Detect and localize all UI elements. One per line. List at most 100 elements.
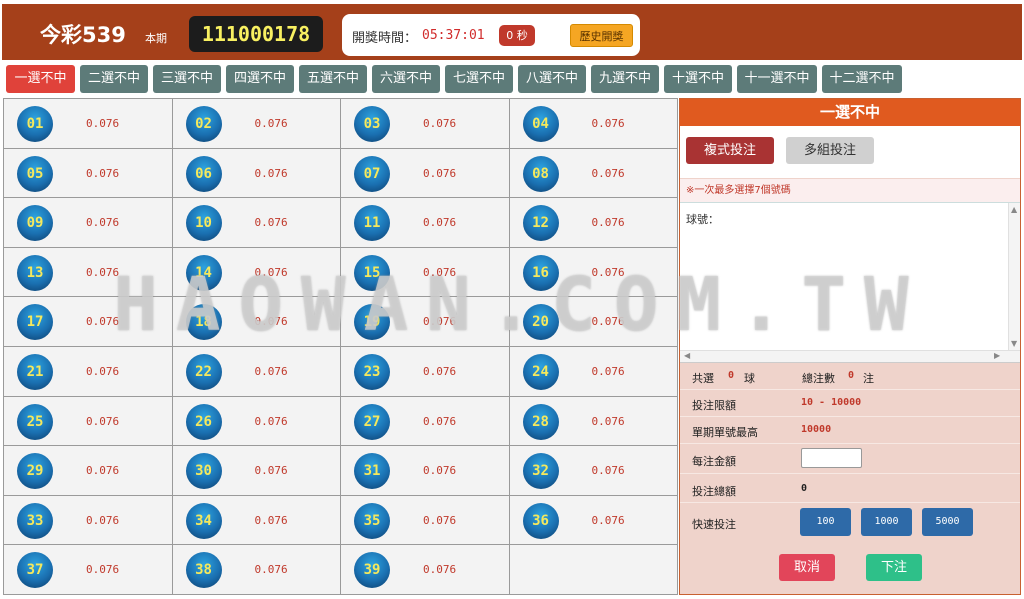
number-ball[interactable]: 08 xyxy=(522,155,559,192)
history-button[interactable]: 歷史開獎 xyxy=(570,24,633,47)
number-ball[interactable]: 32 xyxy=(522,453,559,490)
number-ball[interactable]: 37 xyxy=(17,552,53,589)
number-cell[interactable]: 26 0.076 xyxy=(172,396,341,447)
number-ball[interactable]: 23 xyxy=(354,354,390,390)
number-cell[interactable]: 18 0.076 xyxy=(172,297,341,347)
number-ball[interactable]: 13 xyxy=(17,254,53,291)
number-ball[interactable]: 12 xyxy=(522,205,559,242)
cancel-button[interactable]: 取消 xyxy=(779,554,835,581)
number-cell[interactable]: 14 0.076 xyxy=(172,247,341,298)
number-cell[interactable]: 07 0.076 xyxy=(341,148,510,199)
tab-6[interactable]: 六選不中 xyxy=(372,65,440,93)
quick-bet-1000-button[interactable]: 1000 xyxy=(861,508,912,536)
number-ball[interactable]: 22 xyxy=(185,354,222,390)
number-cell[interactable]: 33 0.076 xyxy=(4,495,173,546)
horizontal-scrollbar[interactable]: ◀ ▶ xyxy=(680,350,1020,362)
number-ball[interactable]: 29 xyxy=(17,453,53,490)
number-ball[interactable]: 36 xyxy=(522,502,559,539)
vertical-scrollbar[interactable]: ▲ ▼ xyxy=(1008,203,1020,350)
number-cell[interactable]: 03 0.076 xyxy=(341,99,510,149)
number-cell[interactable]: 25 0.076 xyxy=(4,396,173,447)
number-ball[interactable]: 24 xyxy=(522,354,559,390)
scroll-down-icon[interactable]: ▼ xyxy=(1011,339,1017,348)
number-ball[interactable]: 33 xyxy=(17,502,53,539)
number-cell[interactable]: 16 0.076 xyxy=(509,247,678,298)
number-cell[interactable]: 24 0.076 xyxy=(509,347,678,397)
number-ball[interactable]: 35 xyxy=(354,502,390,539)
number-cell[interactable]: 11 0.076 xyxy=(341,198,510,248)
tab-5[interactable]: 五選不中 xyxy=(299,65,367,93)
compound-bet-button[interactable]: 複式投注 xyxy=(686,137,774,164)
tab-2[interactable]: 二選不中 xyxy=(80,65,148,93)
tab-9[interactable]: 九選不中 xyxy=(591,65,659,93)
number-ball[interactable]: 09 xyxy=(17,205,53,242)
number-cell[interactable]: 27 0.076 xyxy=(341,396,510,447)
number-cell[interactable]: 35 0.076 xyxy=(341,495,510,546)
number-ball[interactable]: 11 xyxy=(354,205,390,242)
number-cell[interactable]: 15 0.076 xyxy=(341,247,510,298)
tab-7[interactable]: 七選不中 xyxy=(445,65,513,93)
scroll-right-icon[interactable]: ▶ xyxy=(994,351,1000,360)
number-ball[interactable]: 14 xyxy=(185,254,222,291)
number-cell[interactable]: 39 0.076 xyxy=(341,545,510,595)
number-cell[interactable]: 02 0.076 xyxy=(172,99,341,149)
number-ball[interactable]: 38 xyxy=(185,552,222,589)
number-ball[interactable]: 39 xyxy=(354,552,390,589)
number-ball[interactable]: 10 xyxy=(185,205,222,242)
number-cell[interactable]: 28 0.076 xyxy=(509,396,678,447)
tab-8[interactable]: 八選不中 xyxy=(518,65,586,93)
number-cell[interactable]: 06 0.076 xyxy=(172,148,341,199)
number-ball[interactable]: 21 xyxy=(17,354,53,390)
number-ball[interactable]: 31 xyxy=(354,453,390,490)
number-ball[interactable]: 16 xyxy=(522,254,559,291)
number-cell[interactable]: 36 0.076 xyxy=(509,495,678,546)
per-bet-amount-input[interactable] xyxy=(801,448,862,468)
scroll-left-icon[interactable]: ◀ xyxy=(684,351,690,360)
number-ball[interactable]: 01 xyxy=(17,106,53,142)
number-ball[interactable]: 28 xyxy=(522,403,559,440)
number-cell[interactable]: 01 0.076 xyxy=(4,99,173,149)
number-cell[interactable]: 30 0.076 xyxy=(172,446,341,496)
number-ball[interactable]: 15 xyxy=(354,254,390,291)
number-ball[interactable]: 27 xyxy=(354,403,390,440)
number-ball[interactable]: 04 xyxy=(522,106,559,142)
submit-bet-button[interactable]: 下注 xyxy=(866,554,922,581)
number-cell[interactable]: 19 0.076 xyxy=(341,297,510,347)
quick-bet-100-button[interactable]: 100 xyxy=(800,508,851,536)
number-cell[interactable]: 34 0.076 xyxy=(172,495,341,546)
number-cell[interactable]: 04 0.076 xyxy=(509,99,678,149)
number-ball[interactable]: 18 xyxy=(185,304,222,341)
number-cell[interactable]: 05 0.076 xyxy=(4,148,173,199)
number-ball[interactable]: 25 xyxy=(17,403,53,440)
tab-3[interactable]: 三選不中 xyxy=(153,65,221,93)
number-ball[interactable]: 05 xyxy=(17,155,53,192)
multi-bet-button[interactable]: 多組投注 xyxy=(786,137,874,164)
number-cell[interactable]: 12 0.076 xyxy=(509,198,678,248)
number-cell[interactable]: 31 0.076 xyxy=(341,446,510,496)
number-ball[interactable]: 03 xyxy=(354,106,390,142)
number-cell[interactable]: 22 0.076 xyxy=(172,347,341,397)
number-ball[interactable]: 02 xyxy=(185,106,222,142)
number-cell[interactable]: 38 0.076 xyxy=(172,545,341,595)
number-cell[interactable]: 13 0.076 xyxy=(4,247,173,298)
number-ball[interactable]: 20 xyxy=(522,304,559,341)
tab-1[interactable]: 一選不中 xyxy=(6,65,75,93)
number-ball[interactable]: 34 xyxy=(185,502,222,539)
quick-bet-5000-button[interactable]: 5000 xyxy=(922,508,973,536)
scroll-up-icon[interactable]: ▲ xyxy=(1011,205,1017,214)
number-ball[interactable]: 07 xyxy=(354,155,390,192)
number-cell[interactable]: 17 0.076 xyxy=(4,297,173,347)
number-ball[interactable]: 17 xyxy=(17,304,53,341)
number-ball[interactable]: 30 xyxy=(185,453,222,490)
number-cell[interactable]: 29 0.076 xyxy=(4,446,173,496)
number-ball[interactable]: 26 xyxy=(185,403,222,440)
number-cell[interactable]: 32 0.076 xyxy=(509,446,678,496)
number-ball[interactable]: 06 xyxy=(185,155,222,192)
number-cell[interactable]: 20 0.076 xyxy=(509,297,678,347)
tab-10[interactable]: 十選不中 xyxy=(664,65,732,93)
tab-4[interactable]: 四選不中 xyxy=(226,65,294,93)
number-cell[interactable]: 23 0.076 xyxy=(341,347,510,397)
selected-balls-box[interactable]: 球號： ▲ ▼ ◀ ▶ xyxy=(680,203,1020,363)
number-cell[interactable]: 37 0.076 xyxy=(4,545,173,595)
number-cell[interactable]: 21 0.076 xyxy=(4,347,173,397)
